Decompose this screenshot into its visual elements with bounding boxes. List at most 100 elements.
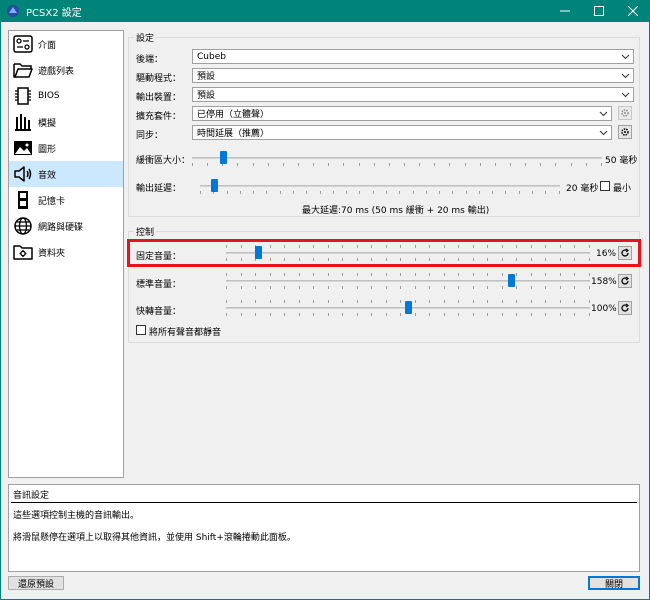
slider-tick: [240, 300, 242, 303]
slider-tick: [429, 286, 431, 289]
slider-tick: [269, 313, 271, 316]
slider-tick: [487, 273, 489, 276]
slider-tick: [319, 191, 321, 194]
sidebar-item-network-hdd[interactable]: 網路與硬碟: [9, 213, 123, 239]
restore-defaults-button[interactable]: 還原預設: [8, 576, 64, 590]
folder-settings-icon: [13, 245, 33, 260]
slider-tick: [240, 313, 242, 316]
slider-tick: [574, 273, 576, 276]
slider-tick: [458, 313, 460, 316]
slider-tick: [356, 273, 358, 276]
sync-value: 時間延展（推薦）: [197, 129, 270, 139]
output-latency-slider[interactable]: [200, 178, 560, 194]
slider-tick: [400, 286, 402, 289]
slider-tick: [240, 286, 242, 289]
slider-tick: [385, 286, 387, 289]
sidebar-item-bios[interactable]: BIOS: [9, 83, 123, 109]
slider-tick: [414, 273, 416, 276]
chip-icon: [15, 87, 31, 105]
expansion-select[interactable]: 已停用（立體聲）: [192, 106, 612, 121]
close-button[interactable]: [616, 0, 650, 22]
slider-tick: [328, 163, 330, 166]
buffer-size-slider[interactable]: [192, 150, 602, 166]
slider-tick: [429, 258, 431, 261]
backend-label: 後端：: [136, 55, 164, 65]
standard-volume-slider[interactable]: [226, 245, 590, 261]
sidebar-item-folders[interactable]: 資料夾: [9, 239, 123, 265]
slider-thumb[interactable]: [405, 301, 412, 314]
slider-tick: [516, 273, 518, 276]
sidebar-item-interface[interactable]: 介面: [9, 31, 123, 57]
chevron-down-icon: [599, 111, 608, 117]
slider-tick: [373, 163, 375, 166]
slider-tick: [269, 286, 271, 289]
standard-volume-reset-button[interactable]: [618, 246, 632, 260]
slider-tick: [342, 300, 344, 303]
chevron-down-icon: [599, 130, 608, 136]
slider-tick: [530, 300, 532, 303]
slider-tick: [269, 245, 271, 248]
slider-tick: [574, 300, 576, 303]
refresh-icon: [621, 276, 629, 285]
sidebar-item-label: 遊戲列表: [38, 66, 75, 77]
slider-tick: [313, 163, 315, 166]
slider-tick: [429, 245, 431, 248]
slider-tick: [356, 258, 358, 261]
sidebar-item-emulation[interactable]: 模擬: [9, 109, 123, 135]
slider-tick: [545, 245, 547, 248]
driver-value: 預設: [197, 72, 216, 82]
slider-tick: [472, 313, 474, 316]
slider-tick: [588, 300, 590, 303]
output-device-select[interactable]: 預設: [192, 87, 634, 102]
normal-volume-slider[interactable]: [226, 273, 590, 289]
expansion-settings-button[interactable]: [618, 106, 632, 120]
sidebar-item-audio[interactable]: 音效: [9, 161, 123, 187]
fast-forward-volume-slider[interactable]: [226, 300, 590, 316]
fast-forward-volume-reset-button[interactable]: [618, 301, 632, 315]
slider-tick: [414, 286, 416, 289]
normal-volume-reset-button[interactable]: [618, 274, 632, 288]
slider-thumb[interactable]: [220, 151, 227, 164]
slider-tick: [297, 163, 299, 166]
sidebar-item-label: 記憶卡: [38, 196, 66, 207]
slider-tick: [255, 286, 257, 289]
slider-tick: [487, 313, 489, 316]
memory-card-icon: [18, 191, 28, 209]
backend-select[interactable]: Cubeb: [192, 49, 634, 64]
slider-tick: [282, 163, 284, 166]
minimal-latency-checkbox[interactable]: [600, 181, 610, 191]
slider-thumb[interactable]: [211, 179, 218, 192]
sidebar-item-game-list[interactable]: 遊戲列表: [9, 57, 123, 83]
maximize-button[interactable]: [582, 0, 616, 22]
sync-settings-button[interactable]: [618, 125, 632, 139]
close-dialog-button[interactable]: 關閉: [588, 576, 640, 590]
driver-label: 驅動程式：: [136, 74, 182, 84]
slider-tick: [449, 163, 451, 166]
description-line-2: 將滑鼠懸停在選項上以取得其他資訊，並使用 Shift+滾輪捲動此面板。: [13, 533, 296, 543]
sidebar-item-label: 音效: [38, 170, 57, 181]
slider-tick: [501, 245, 503, 248]
slider-thumb[interactable]: [508, 274, 515, 287]
minimize-button[interactable]: [548, 0, 582, 22]
slider-tick: [267, 163, 269, 166]
mute-all-checkbox[interactable]: [136, 325, 146, 335]
driver-select[interactable]: 預設: [192, 68, 634, 83]
sidebar-item-memory-card[interactable]: 記憶卡: [9, 187, 123, 213]
settings-sidebar[interactable]: 介面 遊戲列表 BIOS 模擬 圖形 音效 記憶卡 網路與硬碟 資料夾: [8, 30, 124, 478]
slider-tick: [458, 286, 460, 289]
sidebar-item-graphics[interactable]: 圖形: [9, 135, 123, 161]
slider-groove: [226, 252, 590, 254]
chevron-down-icon: [621, 73, 630, 79]
sync-select[interactable]: 時間延展（推薦）: [192, 125, 612, 140]
interface-icon: [13, 35, 33, 53]
close-dialog-label: 關閉: [604, 579, 623, 590]
slider-tick: [600, 163, 602, 166]
slider-tick: [530, 286, 532, 289]
slider-tick: [443, 313, 445, 316]
slider-thumb[interactable]: [255, 246, 262, 259]
description-line-1: 這些選項控制主機的音訊輸出。: [13, 511, 140, 521]
slider-tick: [226, 300, 227, 303]
slider-tick: [452, 191, 454, 194]
slider-tick: [371, 258, 373, 261]
slider-tick: [399, 191, 401, 194]
